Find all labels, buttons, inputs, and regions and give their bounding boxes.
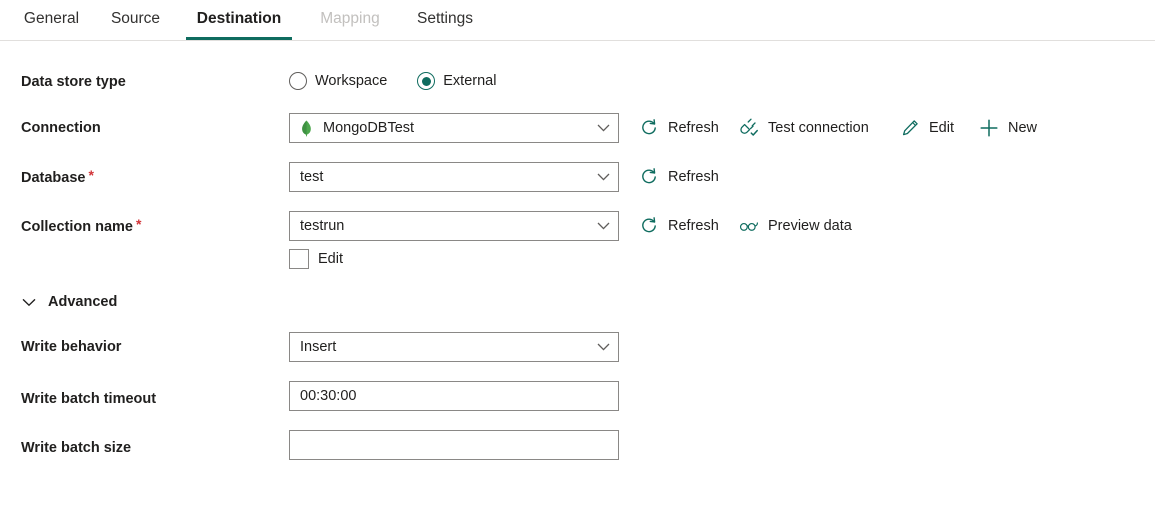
write-batch-timeout-label: Write batch timeout [21,391,157,407]
database-label: Database * [21,167,94,188]
tab-underline [101,37,170,40]
required-asterisk: * [88,167,94,183]
tab-settings[interactable]: Settings [408,0,482,40]
tab-source[interactable]: Source [101,0,170,40]
refresh-icon [639,118,659,138]
write-batch-timeout-value: 00:30:00 [300,388,357,404]
database-value: test [300,169,324,185]
connection-refresh-label: Refresh [668,120,719,136]
write-behavior-value: Insert [300,339,337,355]
database-label-text: Database [21,170,86,186]
data-store-type-radio-group: Workspace External [289,72,526,90]
plug-check-icon [739,118,759,138]
tab-general-label: General [23,10,80,28]
tab-mapping: Mapping [306,0,394,40]
chevron-down-icon [21,294,37,310]
connection-edit-label: Edit [929,120,954,136]
collection-name-dropdown[interactable]: testrun [289,211,619,241]
checkbox-mark [289,249,309,269]
tab-destination-label: Destination [196,10,282,28]
refresh-icon [639,216,659,236]
tab-underline [306,37,394,40]
chevron-down-icon [592,163,614,191]
radio-option-external-label: External [443,73,497,89]
collection-name-value: testrun [300,218,345,234]
radio-mark-selected [417,72,436,90]
write-batch-timeout-input[interactable]: 00:30:00 [289,381,619,411]
mongodb-leaf-icon [302,119,311,136]
tab-mapping-label: Mapping [320,10,380,28]
test-connection-label: Test connection [768,120,869,136]
connection-value: MongoDBTest [323,120,415,136]
connection-edit-button[interactable]: Edit [900,115,954,141]
radio-option-workspace-label: Workspace [315,73,388,89]
tab-destination[interactable]: Destination [186,0,292,40]
refresh-icon [639,167,659,187]
tab-settings-label: Settings [416,10,473,28]
database-dropdown[interactable]: test [289,162,619,192]
required-asterisk: * [136,216,142,232]
connection-label: Connection [21,120,101,136]
collection-edit-checkbox-label: Edit [318,251,343,267]
connection-new-button[interactable]: New [979,115,1037,141]
advanced-label: Advanced [48,294,118,310]
collection-refresh-button[interactable]: Refresh [639,213,719,239]
connection-refresh-button[interactable]: Refresh [639,115,719,141]
glasses-icon [739,216,759,236]
data-store-type-label: Data store type [21,74,126,90]
collection-refresh-label: Refresh [668,218,719,234]
connection-dropdown[interactable]: MongoDBTest [289,113,619,143]
write-batch-size-input[interactable] [289,430,619,460]
database-refresh-button[interactable]: Refresh [639,164,719,190]
collection-name-label-text: Collection name [21,219,133,235]
preview-data-label: Preview data [768,218,852,234]
tab-active-underline [186,37,292,40]
tab-underline [408,37,482,40]
database-refresh-label: Refresh [668,169,719,185]
chevron-down-icon [592,212,614,240]
test-connection-button[interactable]: Test connection [739,115,869,141]
tab-underline [15,37,88,40]
tab-source-label: Source [110,10,161,28]
radio-mark [289,72,307,90]
tab-bar: General Source Destination Mapping Setti… [0,0,1155,41]
write-batch-size-label: Write batch size [21,440,132,456]
radio-option-workspace[interactable]: Workspace [289,72,387,90]
plus-icon [979,118,999,138]
radio-option-external[interactable]: External [417,72,496,90]
collection-edit-checkbox[interactable]: Edit [289,249,343,269]
collection-name-label: Collection name * [21,216,141,237]
tab-general[interactable]: General [15,0,88,40]
write-behavior-label: Write behavior [21,339,122,355]
chevron-down-icon [592,114,614,142]
pencil-icon [900,118,920,138]
advanced-expander[interactable]: Advanced [21,294,117,310]
connection-new-label: New [1008,120,1038,136]
preview-data-button[interactable]: Preview data [739,213,852,239]
chevron-down-icon [592,333,614,361]
write-behavior-dropdown[interactable]: Insert [289,332,619,362]
